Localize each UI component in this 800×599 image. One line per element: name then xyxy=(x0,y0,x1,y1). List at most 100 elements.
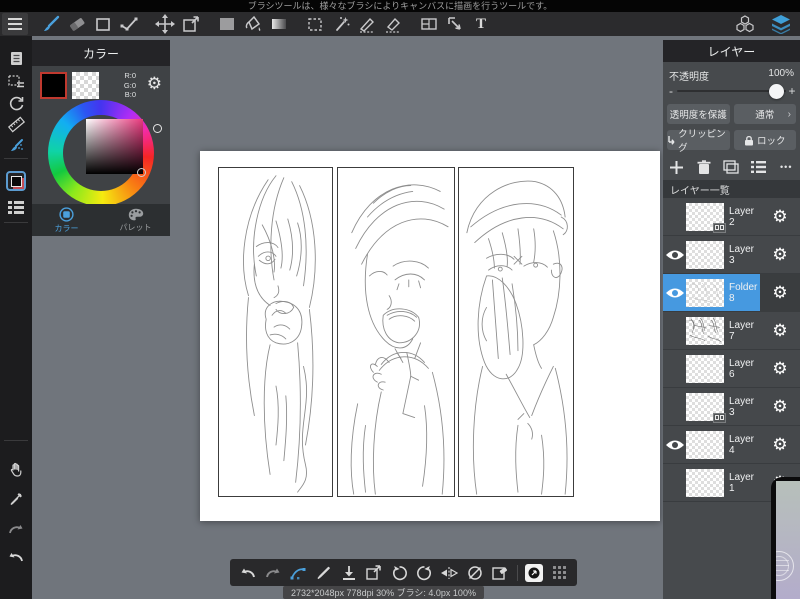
tab-color-label: カラー xyxy=(54,223,79,233)
undo-icon[interactable] xyxy=(236,561,259,585)
layer-row-layer3b[interactable]: Layer3 ⚙ xyxy=(663,388,800,426)
flip-horizontal-icon[interactable] xyxy=(438,561,461,585)
layer-settings-button[interactable]: ⚙ xyxy=(760,236,800,274)
transform-tool-icon[interactable] xyxy=(178,13,204,35)
export-icon[interactable] xyxy=(362,561,385,585)
opacity-slider-track[interactable] xyxy=(677,83,786,99)
eraser-tool-icon[interactable] xyxy=(64,13,90,35)
material-brush-icon[interactable] xyxy=(0,134,32,156)
drag-handle-icon[interactable] xyxy=(548,561,571,585)
visibility-eye-icon[interactable] xyxy=(663,274,686,312)
layers-panel-toggle-icon[interactable] xyxy=(768,13,794,35)
layer-thumbnail[interactable] xyxy=(686,430,724,459)
blend-mode-button[interactable]: 通常 › xyxy=(733,104,796,124)
sketch-character-2 xyxy=(350,184,449,495)
hand-tool-icon[interactable] xyxy=(0,458,32,480)
material-3d-icon[interactable] xyxy=(732,13,758,35)
hue-cursor[interactable] xyxy=(153,124,162,133)
layer-thumbnail[interactable] xyxy=(686,316,724,345)
layer-settings-button[interactable]: ⚙ xyxy=(760,388,800,426)
opacity-slider[interactable]: - + xyxy=(665,82,798,100)
menu-icon[interactable] xyxy=(2,13,28,35)
undo-icon[interactable] xyxy=(0,546,32,568)
layer-row-layer2[interactable]: Layer2 ⚙ xyxy=(663,198,800,236)
layer-list-toggle-icon[interactable] xyxy=(0,196,32,218)
color-settings-gear-icon[interactable]: ⚙ xyxy=(147,74,162,94)
more-options-dots: ••• xyxy=(780,162,793,172)
layer-row-layer7[interactable]: Layer7 ⚙ xyxy=(663,312,800,350)
foreground-color-swatch[interactable] xyxy=(40,72,67,99)
eyedropper-tool-icon[interactable] xyxy=(0,488,32,510)
redo-icon[interactable] xyxy=(0,518,32,540)
layer-settings-button[interactable]: ⚙ xyxy=(760,426,800,464)
opacity-minus[interactable]: - xyxy=(665,84,677,98)
color-panel: カラー R:0 G:0 B:0 ⚙ カラー パレット xyxy=(32,40,170,236)
reset-rotation-icon[interactable] xyxy=(463,561,486,585)
layer-name: Layer1 xyxy=(729,471,755,494)
layer-settings-button[interactable]: ⚙ xyxy=(760,312,800,350)
layer-thumbnail[interactable] xyxy=(686,392,726,423)
move-tool-icon[interactable] xyxy=(152,13,178,35)
layer-settings-button[interactable]: ⚙ xyxy=(760,350,800,388)
select-pen-tool-icon[interactable] xyxy=(354,13,380,35)
layer-settings-button[interactable]: ⚙ xyxy=(760,273,800,312)
delete-layer-icon[interactable] xyxy=(693,156,715,178)
rotate-canvas-icon[interactable] xyxy=(0,92,32,114)
shape-rect-tool-icon[interactable] xyxy=(90,13,116,35)
pen-tool-icon[interactable] xyxy=(312,561,335,585)
layer-thumbnail[interactable] xyxy=(686,202,726,233)
save-icon[interactable] xyxy=(337,561,360,585)
lock-button[interactable]: ロック xyxy=(733,130,796,150)
opacity-slider-knob[interactable] xyxy=(769,83,784,99)
frame-divide-tool-icon[interactable] xyxy=(416,13,442,35)
select-eraser-tool-icon[interactable] xyxy=(380,13,406,35)
transparent-color-swatch[interactable] xyxy=(72,72,99,99)
clipping-button[interactable]: クリッピング xyxy=(667,129,730,154)
magic-wand-tool-icon[interactable] xyxy=(328,13,354,35)
polyline-tool-icon[interactable] xyxy=(116,13,142,35)
color-panel-toggle-icon[interactable] xyxy=(0,168,32,194)
rotate-ccw-icon[interactable] xyxy=(387,561,410,585)
layer-row-layer6[interactable]: Layer6 ⚙ xyxy=(663,350,800,388)
layer-thumbnail[interactable] xyxy=(686,240,724,269)
add-layer-icon[interactable] xyxy=(666,156,688,178)
layer-row-folder8[interactable]: Folder 8 ⚙ xyxy=(663,273,800,312)
layer-list-icon[interactable] xyxy=(748,156,770,178)
drawing-canvas[interactable] xyxy=(200,151,660,521)
manga-panel-2 xyxy=(337,167,455,497)
layer-row-layer3[interactable]: Layer3 ⚙ xyxy=(663,236,800,274)
hue-ring[interactable] xyxy=(48,100,162,206)
opacity-plus[interactable]: + xyxy=(786,84,798,98)
visibility-eye-icon[interactable] xyxy=(663,426,686,464)
sv-cursor[interactable] xyxy=(137,168,146,177)
select-menu-icon[interactable] xyxy=(0,71,32,93)
rotate-cw-icon[interactable] xyxy=(413,561,436,585)
brush-tool-icon[interactable] xyxy=(38,13,64,35)
fill-swatch-icon[interactable] xyxy=(214,13,240,35)
quick-color-button[interactable] xyxy=(523,561,546,585)
floating-reference-window[interactable] xyxy=(771,477,800,599)
clear-layer-icon[interactable] xyxy=(488,561,511,585)
gradient-tool-icon[interactable] xyxy=(266,13,292,35)
tab-palette[interactable]: パレット xyxy=(101,204,170,236)
layer-row-layer4[interactable]: Layer4 ⚙ xyxy=(663,426,800,464)
more-options-icon[interactable]: ••• xyxy=(775,156,797,178)
protect-alpha-label: 透明度を保護 xyxy=(669,110,727,121)
layer-thumbnail[interactable] xyxy=(686,468,724,497)
text-tool-icon[interactable]: T xyxy=(468,13,494,35)
layer-thumbnail[interactable] xyxy=(686,278,724,307)
redo-icon[interactable] xyxy=(261,561,284,585)
ruler-icon[interactable] xyxy=(0,113,32,135)
snap-tool-icon[interactable] xyxy=(286,561,309,585)
bucket-tool-icon[interactable] xyxy=(240,13,266,35)
layer-settings-button[interactable]: ⚙ xyxy=(760,198,800,236)
saturation-value-square[interactable] xyxy=(86,119,143,174)
layer-thumbnail[interactable] xyxy=(686,354,724,383)
document-pages-icon[interactable] xyxy=(0,48,32,70)
select-tool-icon[interactable] xyxy=(302,13,328,35)
protect-alpha-button[interactable]: 透明度を保護 xyxy=(667,104,730,124)
operation-cursor-tool-icon[interactable] xyxy=(442,13,468,35)
duplicate-layer-icon[interactable] xyxy=(720,156,742,178)
visibility-eye-icon[interactable] xyxy=(663,236,686,274)
tab-color[interactable]: カラー xyxy=(32,204,101,236)
